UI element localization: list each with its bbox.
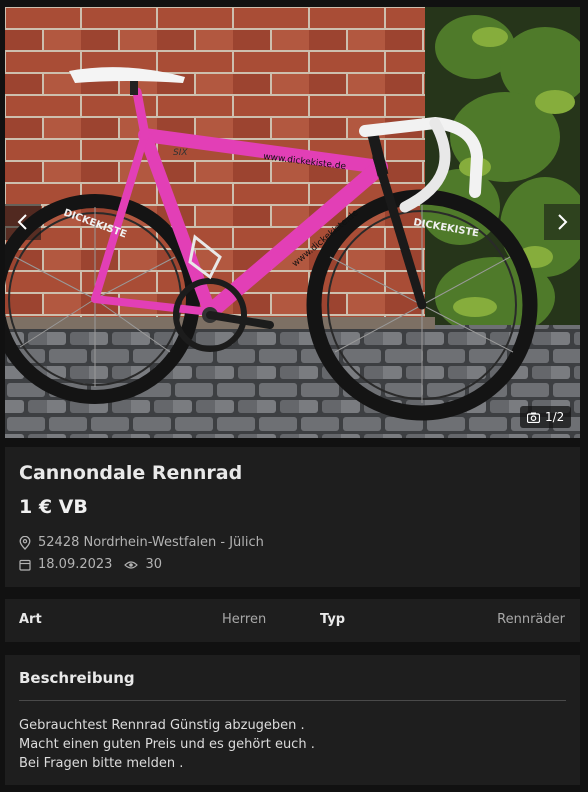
map-pin-icon [19, 535, 31, 550]
description-line: Bei Fragen bitte melden . [19, 756, 184, 771]
gallery-prev-button[interactable] [5, 204, 41, 240]
listing-attributes-card: Art Herren Typ Rennräder [5, 599, 580, 642]
attribute-value-typ: Rennräder [497, 612, 565, 627]
gallery-next-button[interactable] [544, 204, 580, 240]
listing-date-row: 18.09.2023 30 [19, 557, 162, 572]
description-line: Gebrauchtest Rennrad Günstig abzugeben . [19, 718, 305, 733]
attribute-key-typ: Typ [320, 612, 346, 627]
model-decal-text: SIX [173, 148, 188, 158]
description-divider [19, 700, 566, 701]
listing-photo[interactable]: www.dickekiste.de SIX www.dickekiste.de … [5, 7, 580, 438]
bike-photo-image: www.dickekiste.de SIX www.dickekiste.de … [5, 7, 580, 438]
attribute-key-art: Art [19, 612, 42, 627]
description-card: Beschreibung Gebrauchtest Rennrad Günsti… [5, 655, 580, 785]
description-line: Macht einen guten Preis und es gehört eu… [19, 737, 315, 752]
listing-summary-card: Cannondale Rennrad 1 € VB 52428 Nordrhei… [5, 447, 580, 587]
camera-icon [527, 412, 540, 423]
description-heading: Beschreibung [19, 669, 135, 687]
chevron-left-icon [17, 214, 27, 230]
eye-icon [124, 560, 139, 569]
image-counter-badge: 1/2 [520, 406, 572, 428]
chevron-right-icon [558, 214, 568, 230]
image-counter-text: 1/2 [545, 410, 565, 424]
listing-views: 30 [145, 557, 162, 572]
calendar-icon [19, 559, 31, 571]
listing-date: 18.09.2023 [38, 557, 113, 572]
listing-location-row: 52428 Nordrhein-Westfalen - Jülich [19, 535, 264, 550]
listing-title: Cannondale Rennrad [19, 462, 243, 484]
listing-location[interactable]: 52428 Nordrhein-Westfalen - Jülich [38, 535, 264, 550]
attribute-value-art: Herren [222, 612, 267, 627]
listing-price: 1 € VB [19, 496, 88, 518]
